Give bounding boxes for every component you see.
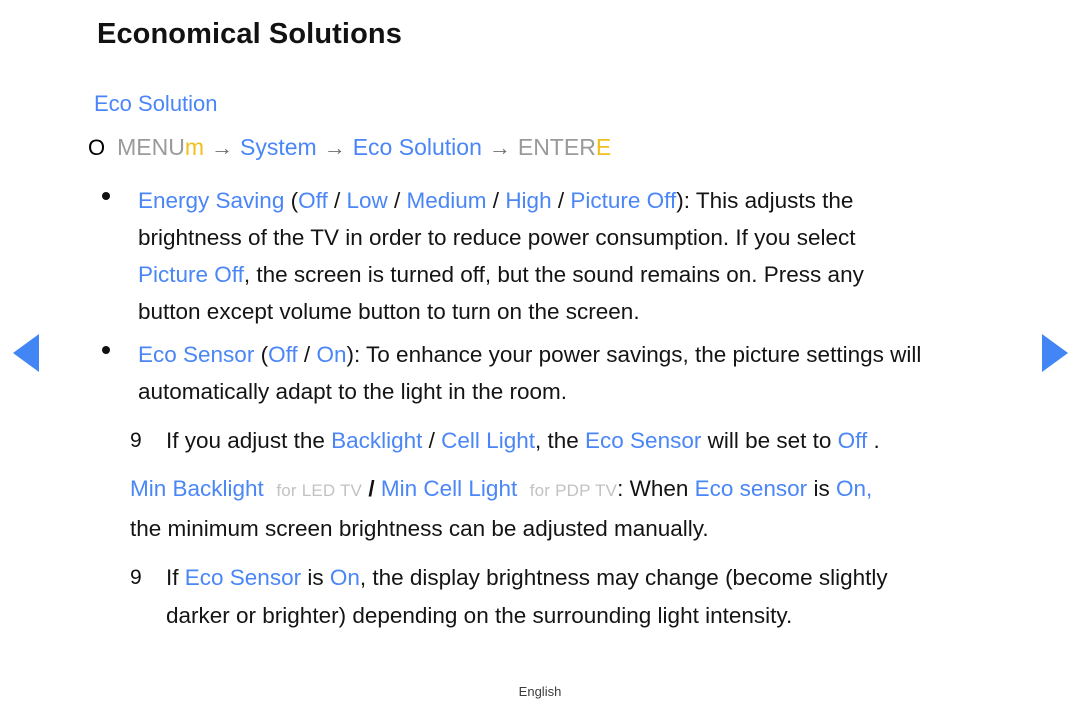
option-sep-1: / bbox=[327, 188, 347, 213]
option-sep-3: / bbox=[486, 188, 506, 213]
min-backlight-line-2-text: the minimum screen brightness can be adj… bbox=[130, 516, 709, 541]
note-1-seg-4: will be set to bbox=[701, 428, 838, 453]
menu-button-label: MENU bbox=[117, 134, 185, 160]
min-backlight-line-2: the minimum screen brightness can be adj… bbox=[130, 510, 872, 548]
previous-page-arrow-icon[interactable] bbox=[13, 334, 39, 372]
term-min-cell-light: Min Cell Light bbox=[380, 476, 518, 501]
option-medium: Medium bbox=[406, 188, 487, 213]
bullet-eco-sensor: Eco Sensor (Off / On): To enhance your p… bbox=[102, 336, 921, 410]
min-backlight-seg-1: : When bbox=[617, 476, 695, 501]
bullet-energy-saving: Energy Saving (Off / Low / Medium / High… bbox=[102, 182, 864, 330]
note-2-line-1: If Eco Sensor is On, the display brightn… bbox=[166, 559, 888, 597]
menu-path-step-eco-solution: Eco Solution bbox=[352, 134, 482, 160]
bullet-1-line-2: brightness of the TV in order to reduce … bbox=[138, 219, 864, 256]
note-1-seg-1: If you adjust the bbox=[166, 428, 332, 453]
note-2-seg-3: , the display brightness may change (bec… bbox=[359, 565, 888, 590]
note-backlight: 9 If you adjust the Backlight / Cell Lig… bbox=[130, 422, 880, 460]
path-arrow-icon-2: → bbox=[323, 135, 346, 160]
bullet-1-line-2-text: brightness of the TV in order to reduce … bbox=[138, 225, 856, 250]
note-2-seg-2: is bbox=[301, 565, 330, 590]
circle-key-icon: O bbox=[88, 135, 106, 160]
path-arrow-icon-1: → bbox=[211, 135, 234, 160]
bullet-2-line-1-tail: To enhance your power savings, the pictu… bbox=[366, 342, 922, 367]
term-backlight: Backlight bbox=[331, 428, 423, 453]
term-energy-saving: Energy Saving bbox=[138, 188, 285, 213]
bullet-1-line-3: Picture Off, the screen is turned off, b… bbox=[138, 256, 864, 293]
option-off: Off bbox=[298, 188, 328, 213]
enter-button-label: ENTER bbox=[517, 134, 596, 160]
bullet-2-line-2: automatically adapt to the light in the … bbox=[138, 373, 921, 410]
note-eco-sensor-brightness: 9 If Eco Sensor is On, the display brigh… bbox=[130, 559, 888, 635]
min-backlight-seg-2: is bbox=[807, 476, 836, 501]
note-1-seg-5: . bbox=[867, 428, 880, 453]
option-sep-5: / bbox=[297, 342, 317, 367]
manual-page: Economical Solutions Eco Solution O MENUm… bbox=[0, 0, 1080, 705]
min-backlight-line-1: Min Backlight for LED TV / Min Cell Ligh… bbox=[130, 470, 872, 510]
term-eco-sensor-3: Eco sensor bbox=[694, 476, 808, 501]
min-backlight-paragraph: Min Backlight for LED TV / Min Cell Ligh… bbox=[130, 470, 872, 548]
bullet-dot-icon bbox=[102, 192, 110, 200]
option-sep-4: / bbox=[551, 188, 571, 213]
paren-close-1: ): bbox=[676, 188, 696, 213]
term-eco-sensor: Eco Sensor bbox=[138, 342, 255, 367]
paren-close-2: ): bbox=[346, 342, 367, 367]
option-on-2: On bbox=[316, 342, 347, 367]
enter-key-glyph-icon: E bbox=[595, 134, 612, 160]
note-marker-icon: 9 bbox=[130, 566, 142, 589]
label-for-pdp-tv: for PDP TV bbox=[529, 481, 618, 500]
bullet-1-line-4: button except volume button to turn on t… bbox=[138, 293, 864, 330]
paren-open-1: ( bbox=[284, 188, 299, 213]
note-2-seg-1: If bbox=[166, 565, 185, 590]
label-for-led-tv: for LED TV bbox=[276, 481, 363, 500]
page-title: Economical Solutions bbox=[97, 18, 402, 50]
value-off: Off bbox=[837, 428, 868, 453]
note-1-seg-3: , the bbox=[534, 428, 586, 453]
option-off-2: Off bbox=[268, 342, 298, 367]
term-eco-sensor-4: Eco Sensor bbox=[184, 565, 302, 590]
option-high: High bbox=[505, 188, 552, 213]
note-2-line-2: darker or brighter) depending on the sur… bbox=[166, 597, 888, 635]
next-page-arrow-icon[interactable] bbox=[1042, 334, 1068, 372]
menu-path: O MENUm → System → Eco Solution → ENTERE bbox=[88, 134, 611, 161]
term-min-backlight: Min Backlight bbox=[130, 476, 264, 501]
menu-key-glyph-icon: m bbox=[184, 134, 205, 160]
term-eco-sensor-2: Eco Sensor bbox=[585, 428, 702, 453]
paren-open-2: ( bbox=[254, 342, 269, 367]
note-marker-icon: 9 bbox=[130, 429, 142, 452]
term-picture-off: Picture Off bbox=[138, 262, 244, 287]
note-1-seg-2: / bbox=[422, 428, 442, 453]
bullet-1-line-1-tail: This adjusts the bbox=[695, 188, 854, 213]
option-sep-2: / bbox=[387, 188, 407, 213]
bullet-1-line-4-text: button except volume button to turn on t… bbox=[138, 299, 640, 324]
page-footer-language: English bbox=[518, 684, 562, 699]
bullet-2-line-1: Eco Sensor (Off / On): To enhance your p… bbox=[138, 336, 921, 373]
menu-path-step-system: System bbox=[240, 134, 317, 160]
note-2-line-2-text: darker or brighter) depending on the sur… bbox=[166, 603, 793, 628]
value-on-2: On bbox=[329, 565, 360, 590]
option-low: Low bbox=[346, 188, 388, 213]
note-1-line-1: If you adjust the Backlight / Cell Light… bbox=[166, 422, 880, 460]
term-cell-light: Cell Light bbox=[441, 428, 535, 453]
option-picture-off: Picture Off bbox=[570, 188, 677, 213]
bullet-2-line-2-text: automatically adapt to the light in the … bbox=[138, 379, 567, 404]
bullet-dot-icon bbox=[102, 346, 110, 354]
path-arrow-icon-3: → bbox=[488, 135, 511, 160]
value-on: On, bbox=[835, 476, 873, 501]
section-heading: Eco Solution bbox=[94, 91, 218, 116]
bullet-1-line-3-tail: , the screen is turned off, but the soun… bbox=[243, 262, 864, 287]
bullet-line-1: Energy Saving (Off / Low / Medium / High… bbox=[138, 182, 864, 219]
